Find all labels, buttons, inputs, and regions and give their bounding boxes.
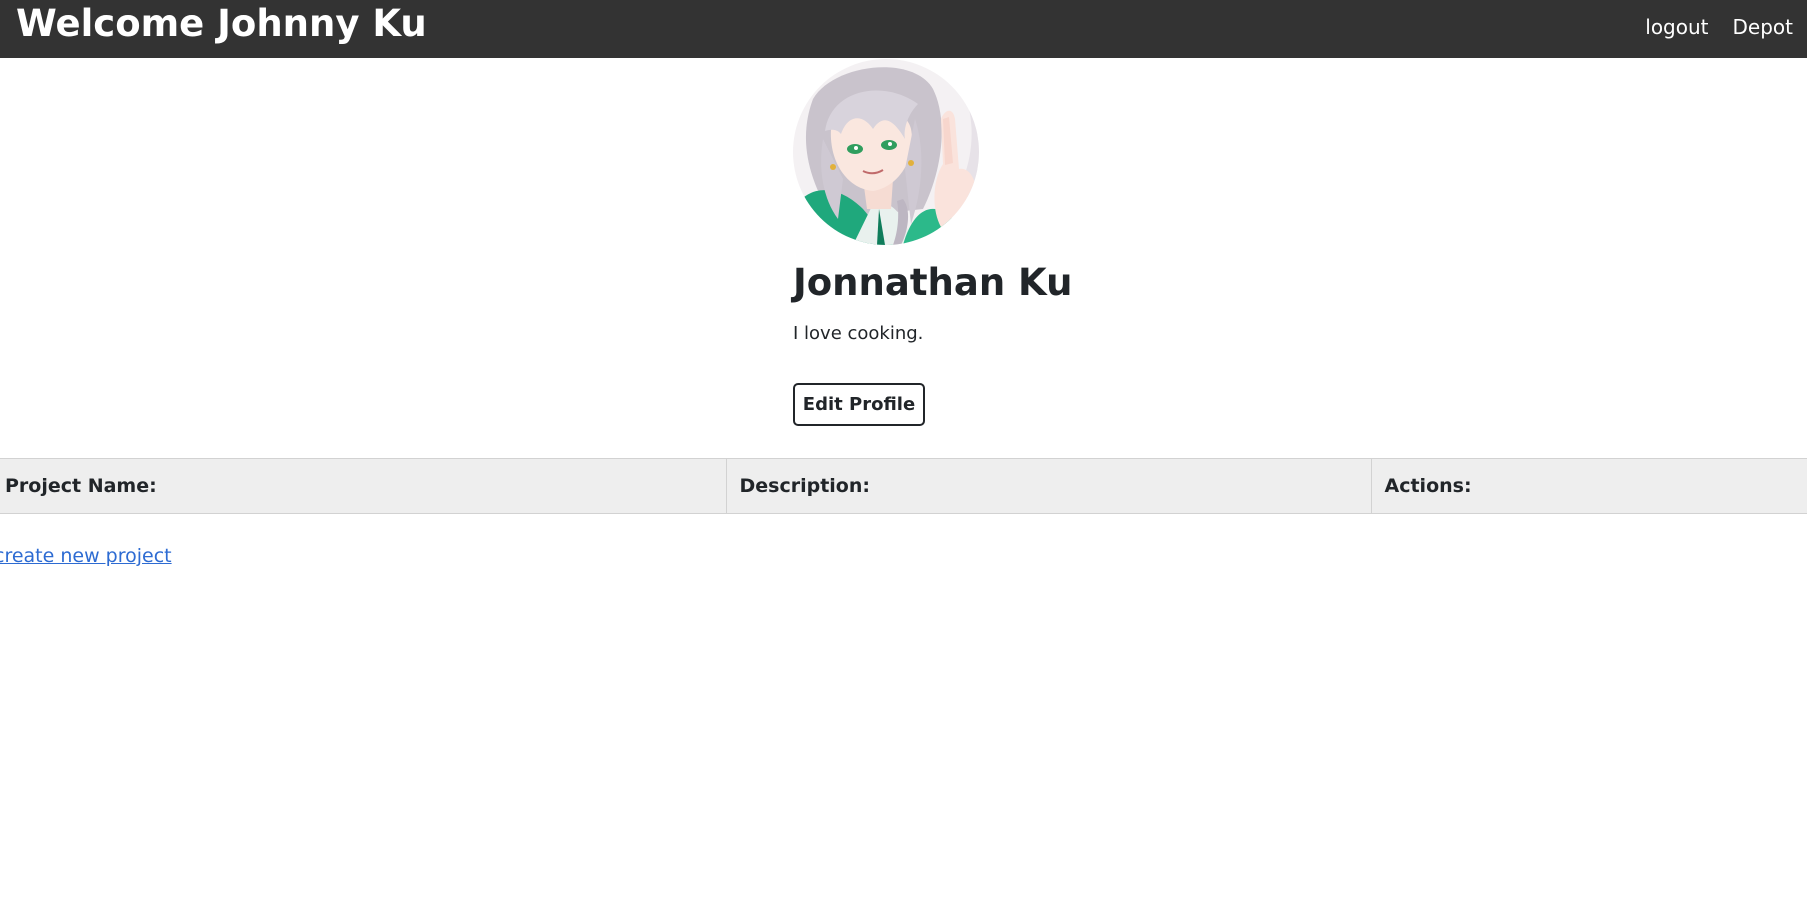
profile-name: Jonnathan Ku — [793, 261, 1073, 304]
welcome-brand: Welcome Johnny Ku — [16, 2, 427, 45]
depot-link[interactable]: Depot — [1733, 15, 1793, 39]
top-navbar: Welcome Johnny Ku logout Depot — [0, 0, 1807, 58]
edit-profile-button[interactable]: Edit Profile — [793, 383, 925, 426]
create-new-project-link[interactable]: create new project — [0, 542, 172, 570]
avatar-illustration — [793, 59, 979, 245]
profile-avatar — [793, 59, 979, 245]
logout-link[interactable]: logout — [1645, 15, 1708, 39]
column-header-actions: Actions: — [1370, 458, 1807, 514]
nav-links: logout Depot — [1645, 0, 1793, 54]
projects-table-header-row: Project Name: Description: Actions: — [0, 458, 1807, 514]
projects-table: Project Name: Description: Actions: — [0, 458, 1807, 514]
profile-bio: I love cooking. — [793, 323, 924, 344]
column-header-description: Description: — [725, 458, 1371, 514]
column-header-project-name: Project Name: — [0, 458, 726, 514]
